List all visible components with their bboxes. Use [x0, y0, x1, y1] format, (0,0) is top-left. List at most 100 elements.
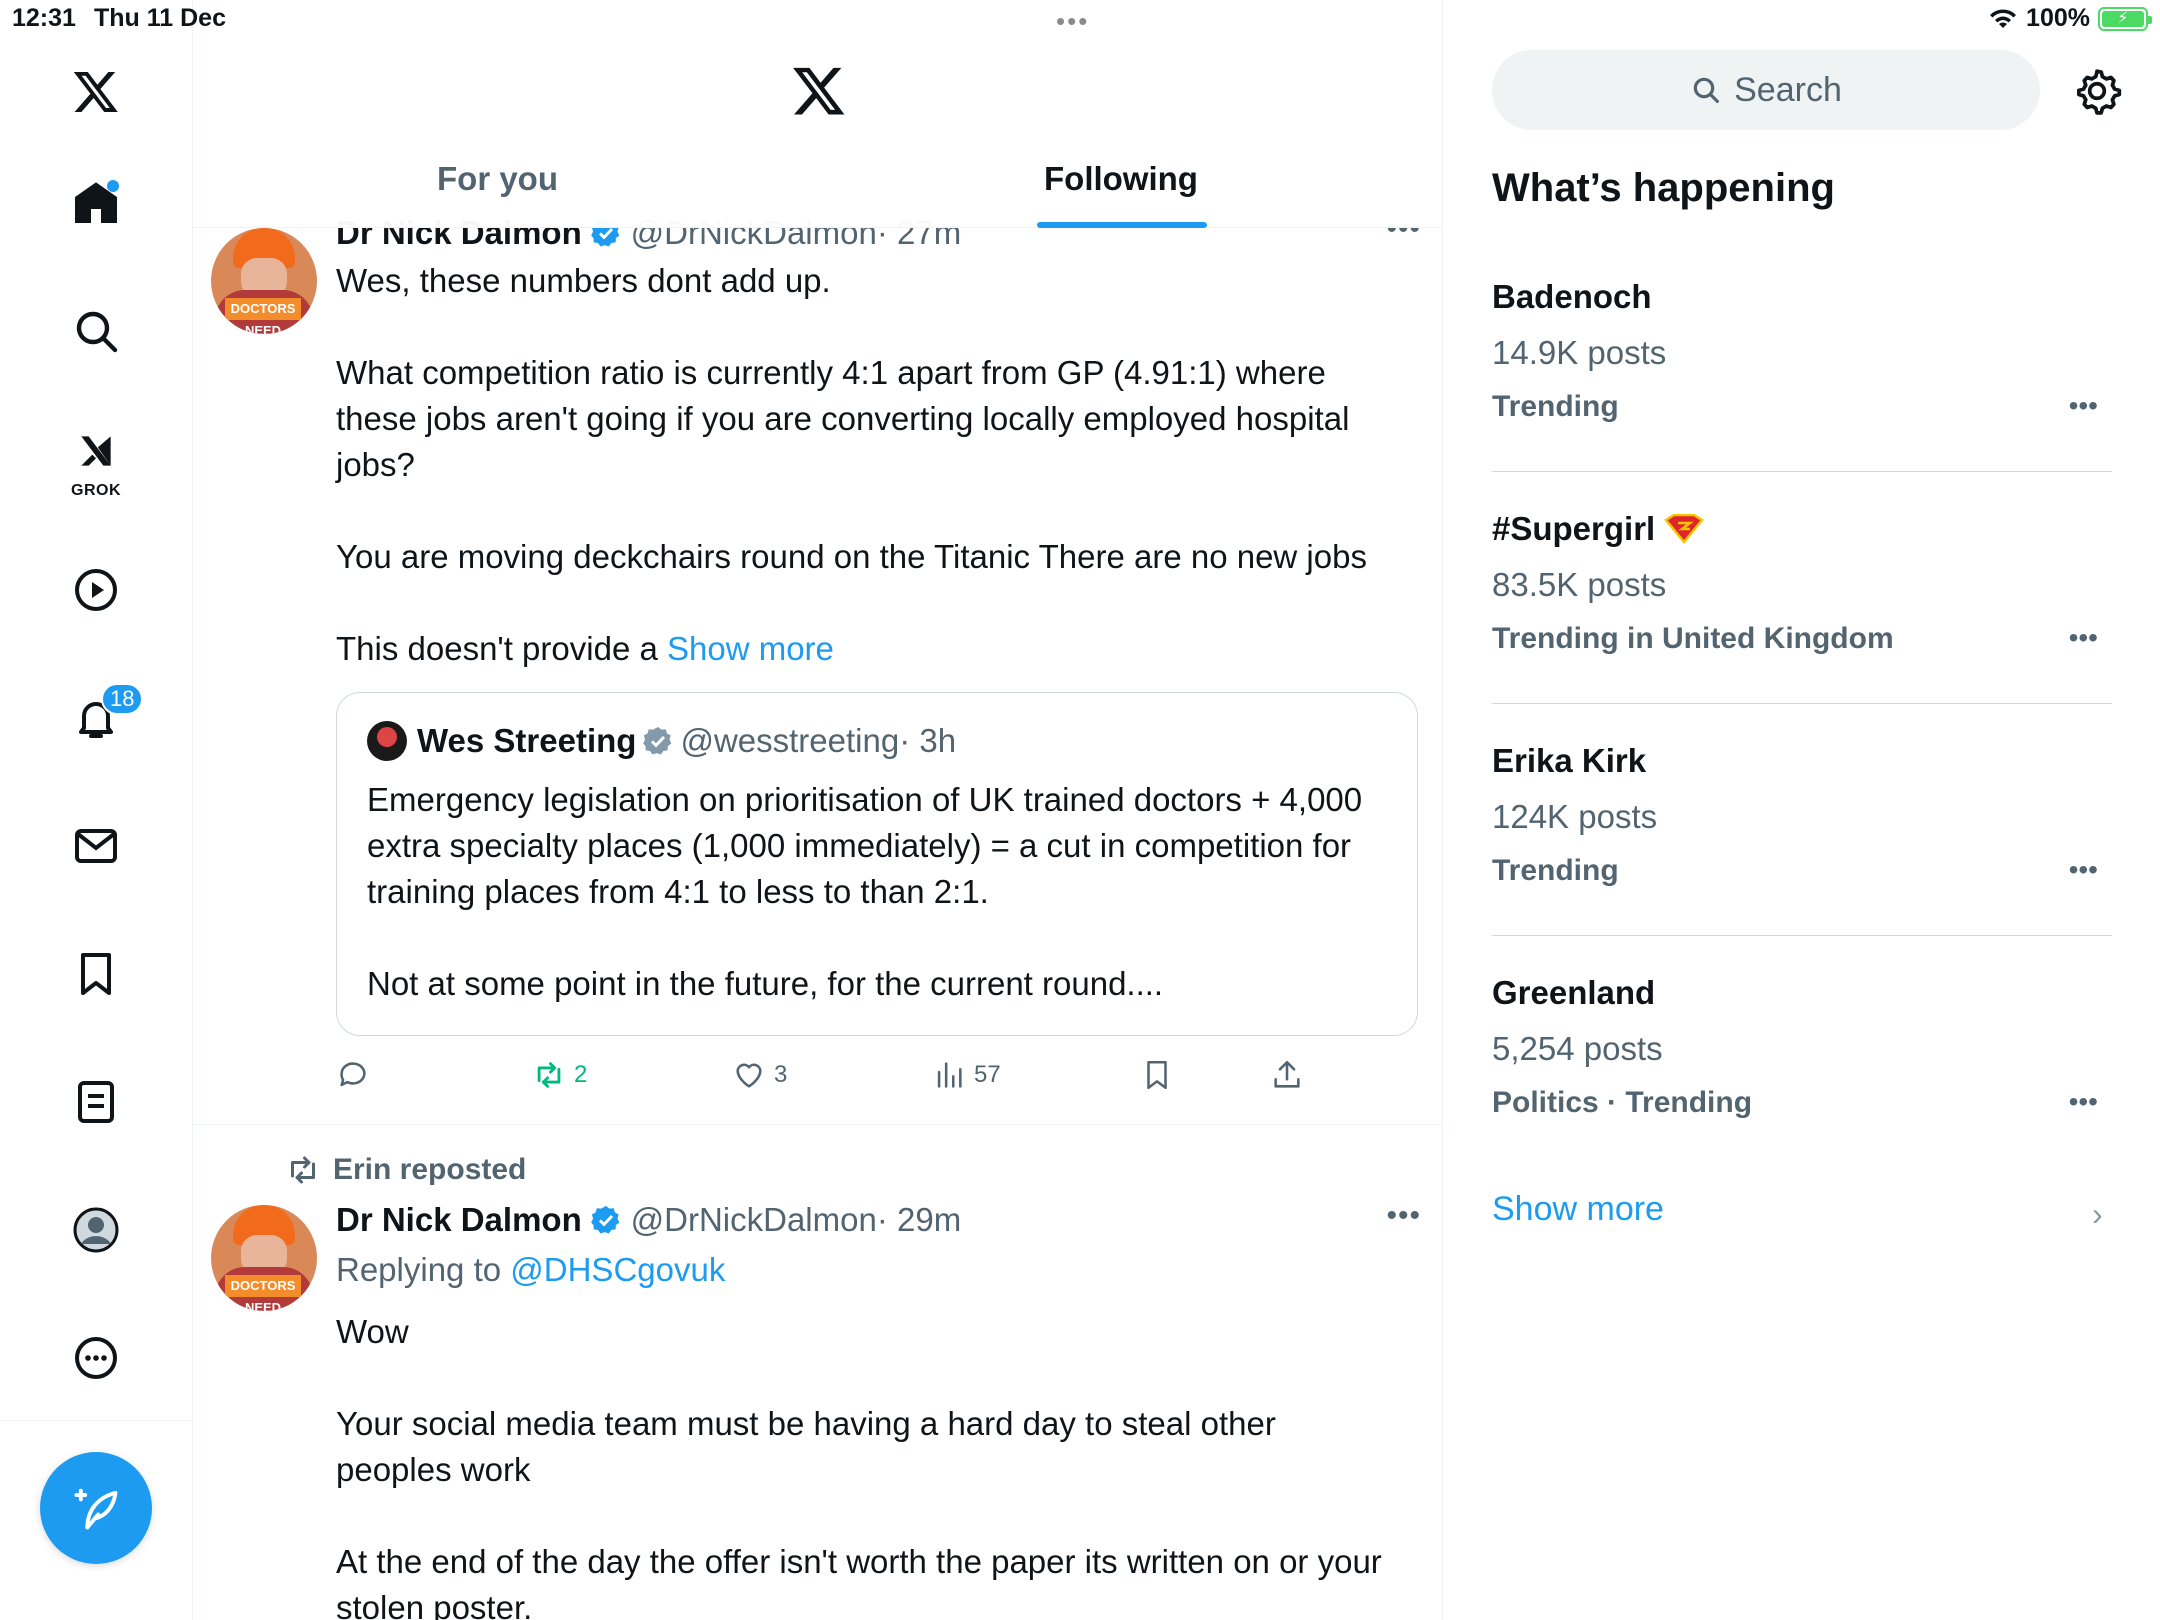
- views-count: 57: [974, 1061, 1001, 1088]
- trend-name-row: #Supergirl: [1492, 510, 2112, 548]
- quoted-tweet[interactable]: Wes Streeting @wesstreeting · 3h Emergenc…: [336, 692, 1418, 1036]
- tweet-paragraph: At the end of the day the offer isn't wo…: [336, 1543, 1382, 1620]
- trend-posts: 14.9K posts: [1492, 334, 1667, 371]
- reply-icon: [340, 1062, 366, 1087]
- tweet-paragraph: Wes, these numbers dont add up.: [336, 262, 831, 299]
- trend-posts: 124K posts: [1492, 798, 1658, 835]
- tweet-paragraph: Wow: [336, 1313, 409, 1350]
- x-logo-icon[interactable]: [791, 62, 847, 118]
- supergirl-shield-icon: [1664, 513, 1705, 544]
- grok-icon[interactable]: GROK: [61, 420, 131, 500]
- heart-icon: [736, 1063, 762, 1088]
- tweet-paragraph: What competition ratio is currently 4:1 …: [336, 354, 1350, 483]
- trend-item[interactable]: Greenland 5,254 posts Politics · Trendin…: [1492, 974, 2112, 1120]
- tweet-text: Wow Your social media team must be havin…: [336, 1309, 1396, 1620]
- multitasking-dots-icon[interactable]: •••: [1056, 6, 1089, 37]
- reply-button[interactable]: [336, 1058, 370, 1092]
- settings-gear-icon[interactable]: [2072, 66, 2122, 116]
- views-button[interactable]: 57: [932, 1058, 1001, 1092]
- trend-context: Trending: [1492, 854, 1619, 887]
- lists-icon[interactable]: [61, 1067, 131, 1137]
- tweet-paragraph: You are moving deckchairs round on the T…: [336, 538, 1367, 575]
- quote-paragraph: Emergency legislation on prioritisation …: [367, 781, 1363, 910]
- author-avatar[interactable]: DOCTORS NEED: [211, 228, 317, 334]
- wifi-icon: [1990, 8, 2017, 28]
- repost-count: 2: [574, 1061, 588, 1088]
- quote-paragraph: Not at some point in the future, for the…: [367, 965, 1164, 1002]
- repost-indicator: Erin reposted: [285, 1152, 526, 1188]
- profile-avatar-icon[interactable]: [61, 1195, 131, 1265]
- trend-more-icon[interactable]: •••: [2069, 1086, 2098, 1118]
- whats-happening-title: What’s happening: [1492, 166, 1835, 210]
- quote-header: Wes Streeting @wesstreeting · 3h: [367, 721, 956, 761]
- search-icon: [1693, 77, 1720, 103]
- bookmark-button[interactable]: [1140, 1058, 1174, 1092]
- video-icon[interactable]: [61, 555, 131, 625]
- replying-to-handle[interactable]: @DHSCgovuk: [510, 1251, 725, 1288]
- author-avatar[interactable]: DOCTORS NEED: [211, 1205, 317, 1311]
- like-count: 3: [774, 1061, 788, 1088]
- messages-envelope-icon[interactable]: [61, 811, 131, 881]
- author-name[interactable]: Dr Nick Dalmon: [336, 1201, 582, 1238]
- quote-time: · 3h: [899, 722, 957, 759]
- search-placeholder: Search: [1734, 70, 1842, 109]
- battery-icon: ⚡: [2098, 6, 2152, 31]
- like-button[interactable]: 3: [732, 1058, 787, 1092]
- repost-icon: [537, 1062, 561, 1088]
- repost-button[interactable]: 2: [532, 1058, 587, 1092]
- search-icon[interactable]: [61, 296, 131, 366]
- chevron-right-icon[interactable]: ›: [2092, 1196, 2103, 1233]
- share-button[interactable]: [1270, 1058, 1304, 1092]
- active-tab-indicator: [1037, 222, 1207, 228]
- trend-item[interactable]: Badenoch 14.9K posts Trending •••: [1492, 278, 2112, 424]
- notifications-bell-icon[interactable]: 18: [61, 683, 144, 753]
- more-options-icon[interactable]: [61, 1323, 131, 1393]
- status-date: Thu 11 Dec: [94, 4, 226, 32]
- x-logo-icon[interactable]: [61, 56, 131, 126]
- quote-author-handle: @wesstreeting: [680, 722, 900, 759]
- tweet-item[interactable]: Erin reposted DOCTORS NEED Dr Nick Dalmo…: [193, 1125, 1442, 1620]
- show-more-link[interactable]: Show more: [667, 630, 834, 667]
- search-input[interactable]: Search: [1492, 50, 2040, 130]
- compose-post-button[interactable]: [40, 1452, 152, 1564]
- trend-item[interactable]: #Supergirl 83.5K posts Trending in Unite…: [1492, 510, 2112, 656]
- replying-to: Replying to @DHSCgovuk: [336, 1251, 725, 1289]
- repost-by-text[interactable]: Erin reposted: [333, 1153, 526, 1187]
- bookmarks-icon[interactable]: [61, 939, 131, 1009]
- tweet-actions: 2 3 57: [336, 1058, 1336, 1108]
- tweet-more-icon[interactable]: •••: [1386, 1199, 1421, 1233]
- share-upload-icon: [1274, 1060, 1300, 1088]
- truncated-text: This doesn't provide a: [336, 630, 667, 667]
- charging-bolt-icon: ⚡: [2117, 9, 2129, 27]
- battery-percent: 100%: [2026, 4, 2090, 32]
- author-handle[interactable]: @DrNickDalmon: [631, 1201, 877, 1238]
- trend-context: Trending: [1492, 390, 1619, 423]
- status-bar: 12:31 Thu 11 Dec ••• 100% ⚡: [0, 0, 2160, 40]
- right-sidebar: Search What’s happening Badenoch 14.9K p…: [1444, 0, 2160, 1620]
- trend-name: Erika Kirk: [1492, 742, 1647, 779]
- tweet-time: · 29m: [876, 1201, 962, 1238]
- trend-more-icon[interactable]: •••: [2069, 390, 2098, 422]
- tab-for-you[interactable]: For you: [437, 160, 558, 198]
- quote-author-avatar[interactable]: [367, 721, 407, 761]
- tweet-paragraph-truncated: This doesn't provide a Show more: [336, 626, 1396, 672]
- trend-more-icon[interactable]: •••: [2069, 622, 2098, 654]
- verified-badge-icon: [591, 1206, 620, 1234]
- trend-item[interactable]: Erika Kirk 124K posts Trending •••: [1492, 742, 2112, 888]
- trend-context: Trending in United Kingdom: [1492, 622, 1894, 655]
- trend-divider: [1492, 471, 2112, 472]
- show-more-trends-link[interactable]: Show more: [1492, 1190, 1664, 1229]
- status-right: 100% ⚡: [1988, 4, 2152, 33]
- main-timeline: DOCTORS NEED Dr Nick Dalmon @DrNickDalmo…: [193, 0, 1443, 1620]
- repost-small-icon: [291, 1156, 315, 1184]
- trend-divider: [1492, 935, 2112, 936]
- grok-label: GROK: [71, 482, 121, 499]
- tweet-item[interactable]: DOCTORS NEED Dr Nick Dalmon @DrNickDalmo…: [193, 200, 1442, 1128]
- tab-following[interactable]: Following: [1044, 160, 1198, 198]
- avatar-sign-text: DOCTORS NEED: [225, 298, 301, 334]
- trend-name: Greenland: [1492, 974, 1656, 1011]
- status-time: 12:31: [12, 4, 76, 32]
- trend-more-icon[interactable]: •••: [2069, 854, 2098, 886]
- home-icon[interactable]: [61, 168, 131, 238]
- bookmark-icon: [1147, 1060, 1167, 1090]
